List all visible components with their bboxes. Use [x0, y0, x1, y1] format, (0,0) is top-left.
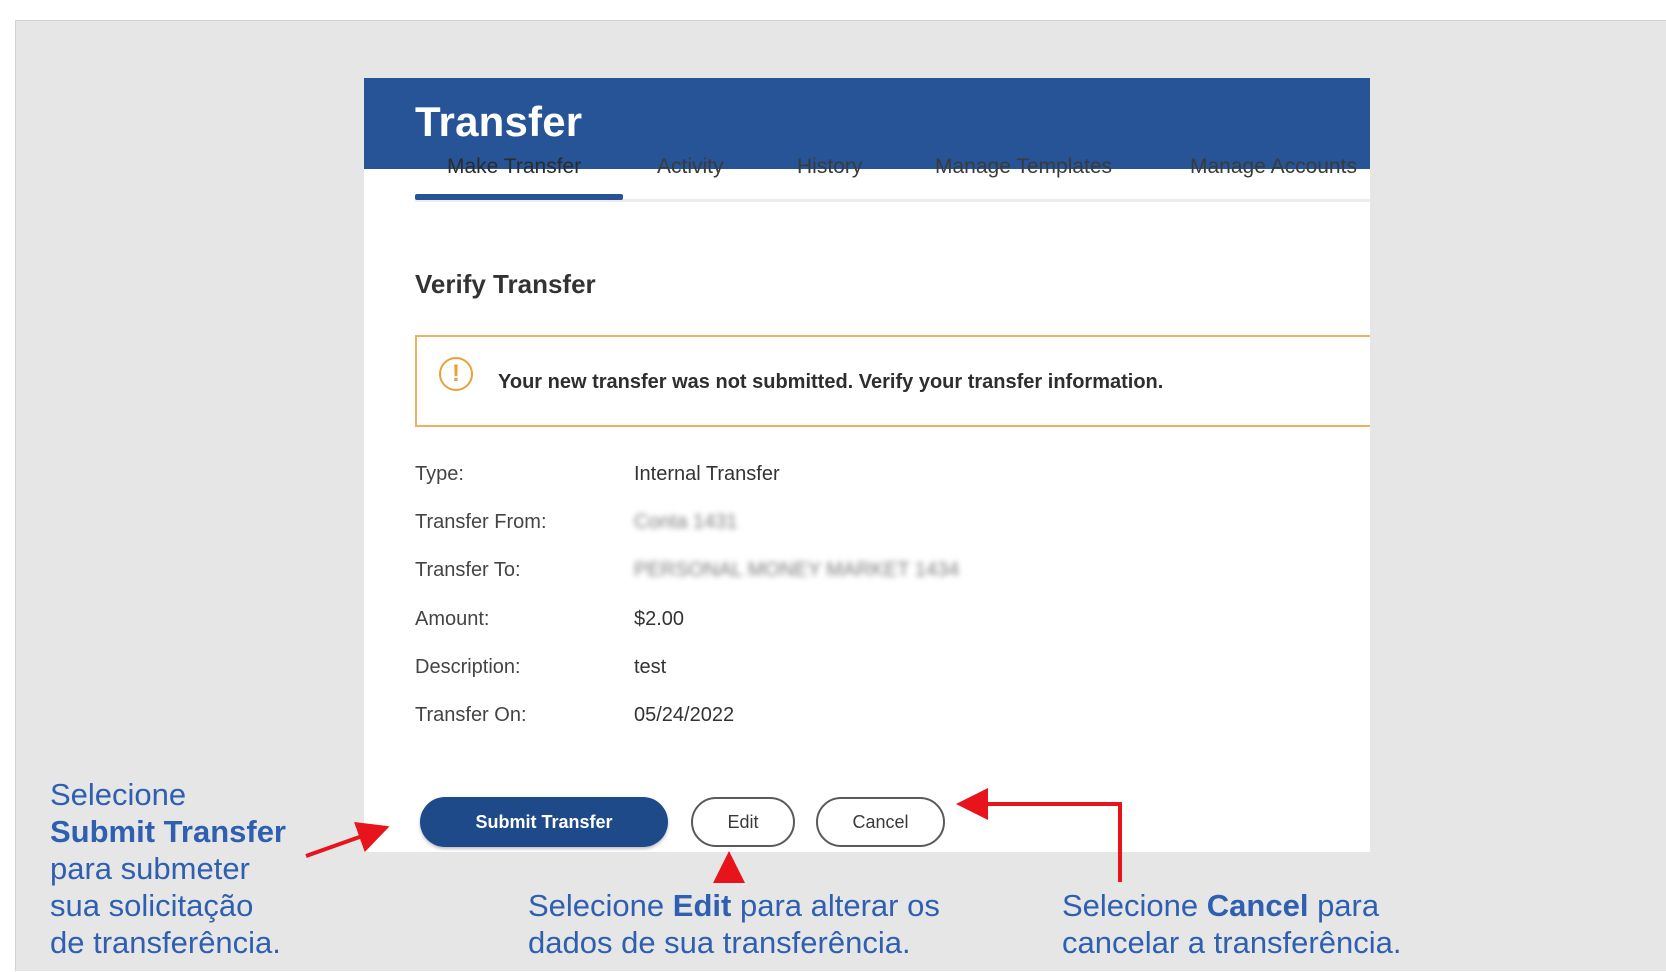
- callout-text: de transferência.: [50, 925, 281, 960]
- cancel-arrow: [956, 788, 1122, 882]
- callout-bold: Submit Transfer: [50, 814, 286, 849]
- callout-text: Selecione: [528, 888, 673, 923]
- callout-text: dados de sua transferência.: [528, 925, 911, 960]
- callout-text: Selecione: [1062, 888, 1207, 923]
- cancel-callout: Selecione Cancel para cancelar a transfe…: [1062, 887, 1401, 961]
- tutorial-canvas: Transfer Make Transfer Activity History …: [15, 20, 1666, 971]
- callout-text: cancelar a transferência.: [1062, 925, 1402, 960]
- callout-text: para alterar os: [731, 888, 940, 923]
- callout-text: para submeter: [50, 851, 250, 886]
- callout-bold: Edit: [672, 888, 732, 923]
- edit-callout: Selecione Edit para alterar os dados de …: [528, 887, 940, 961]
- submit-arrow: [305, 821, 390, 858]
- callout-text: Selecione: [50, 777, 187, 812]
- callout-text: sua solicitação: [50, 888, 254, 923]
- callout-text: para: [1308, 888, 1380, 923]
- submit-callout: Selecione Submit Transfer para submeter …: [50, 776, 286, 961]
- callout-bold: Cancel: [1206, 888, 1309, 923]
